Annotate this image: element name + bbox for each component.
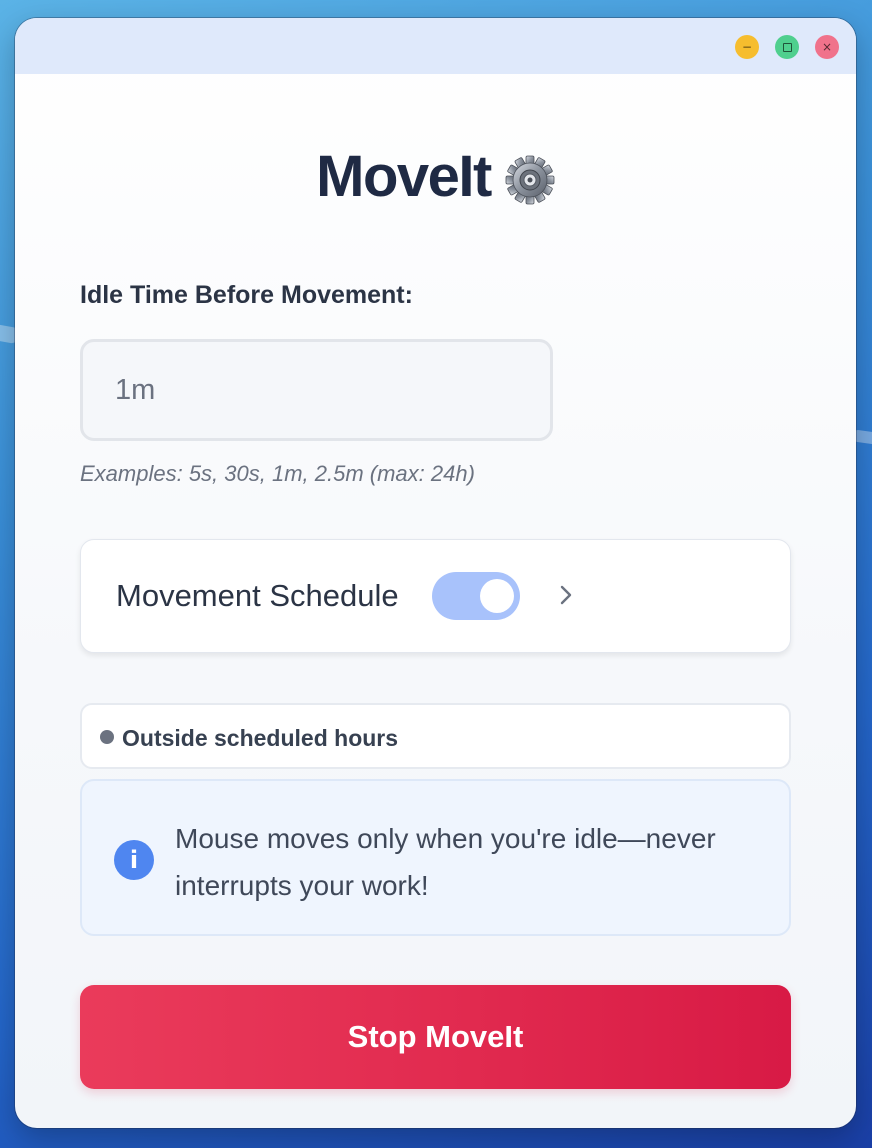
app-window: − × MoveIt Idle Time Before Movement: 1m… <box>15 18 856 1128</box>
app-title-row: MoveIt <box>15 143 856 210</box>
movement-schedule-label: Movement Schedule <box>116 578 399 613</box>
status-text: Outside scheduled hours <box>122 725 399 751</box>
minimize-button[interactable]: − <box>735 35 759 59</box>
status-dot-icon <box>100 730 114 744</box>
minimize-icon: − <box>741 40 753 54</box>
info-icon: i <box>114 840 154 880</box>
stop-moveit-button[interactable]: Stop MoveIt <box>80 985 791 1089</box>
schedule-status: Outside scheduled hours <box>80 703 791 769</box>
gear-icon <box>505 152 555 204</box>
close-button[interactable]: × <box>815 35 839 59</box>
info-text: Mouse moves only when you're idle—never … <box>175 823 716 901</box>
movement-schedule-card[interactable]: Movement Schedule <box>80 539 791 653</box>
toggle-knob <box>480 579 514 613</box>
idle-time-label: Idle Time Before Movement: <box>80 281 413 309</box>
maximize-button[interactable] <box>775 35 799 59</box>
movement-schedule-toggle[interactable] <box>432 572 520 620</box>
close-icon: × <box>821 40 833 54</box>
app-title: MoveIt <box>316 144 492 209</box>
idle-time-input[interactable] <box>80 339 553 441</box>
title-bar[interactable]: − × <box>15 18 856 74</box>
chevron-right-icon[interactable] <box>551 580 581 610</box>
info-box: i Mouse moves only when you're idle—neve… <box>80 779 791 936</box>
square-icon <box>782 42 792 52</box>
idle-time-examples: Examples: 5s, 30s, 1m, 2.5m (max: 24h) <box>80 461 475 486</box>
